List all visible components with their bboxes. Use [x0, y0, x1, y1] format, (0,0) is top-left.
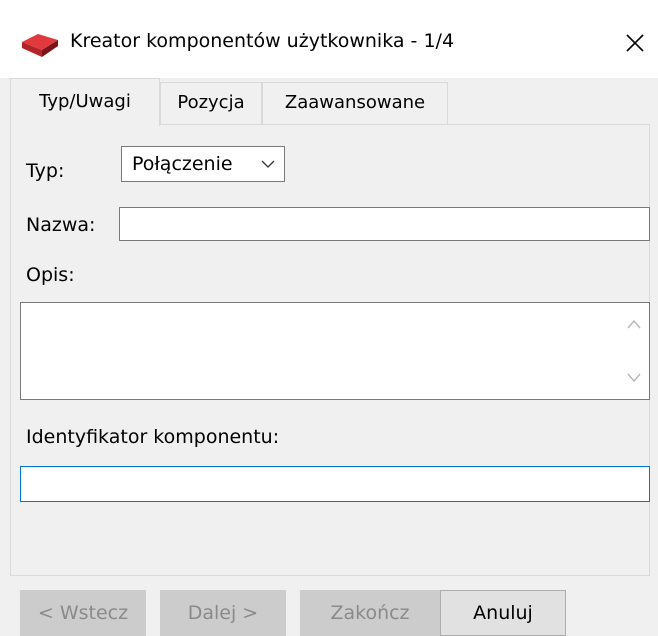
- next-button[interactable]: Dalej >: [160, 590, 286, 636]
- finish-button[interactable]: Zakończ: [300, 590, 440, 636]
- name-label: Nazwa:: [26, 214, 96, 236]
- name-input[interactable]: [119, 207, 650, 241]
- identifier-label: Identyfikator komponentu:: [26, 426, 280, 448]
- type-select-value: Połączenie: [132, 153, 233, 175]
- scroll-up-icon[interactable]: [627, 319, 641, 329]
- tab-zaawansowane[interactable]: Zaawansowane: [262, 82, 448, 124]
- window-title: Kreator komponentów użytkownika - 1/4: [70, 30, 455, 52]
- type-select[interactable]: Połączenie: [121, 146, 285, 182]
- identifier-input[interactable]: [20, 466, 650, 502]
- dialog-window: Kreator komponentów użytkownika - 1/4 Ty…: [0, 0, 658, 636]
- description-textarea[interactable]: [20, 302, 650, 400]
- cancel-button[interactable]: Anuluj: [440, 590, 566, 636]
- back-button[interactable]: < Wstecz: [20, 590, 146, 636]
- close-icon[interactable]: [620, 28, 650, 58]
- title-bar: Kreator komponentów użytkownika - 1/4: [0, 0, 658, 78]
- tab-pozycja[interactable]: Pozycja: [160, 82, 262, 124]
- panel-bottom-border: [10, 575, 650, 576]
- type-label: Typ:: [26, 160, 65, 182]
- red-book-icon: [22, 34, 58, 57]
- description-label: Opis:: [26, 264, 75, 286]
- scroll-down-icon[interactable]: [627, 373, 641, 383]
- tab-typ-uwagi[interactable]: Typ/Uwagi: [10, 78, 160, 126]
- chevron-down-icon: [261, 160, 275, 168]
